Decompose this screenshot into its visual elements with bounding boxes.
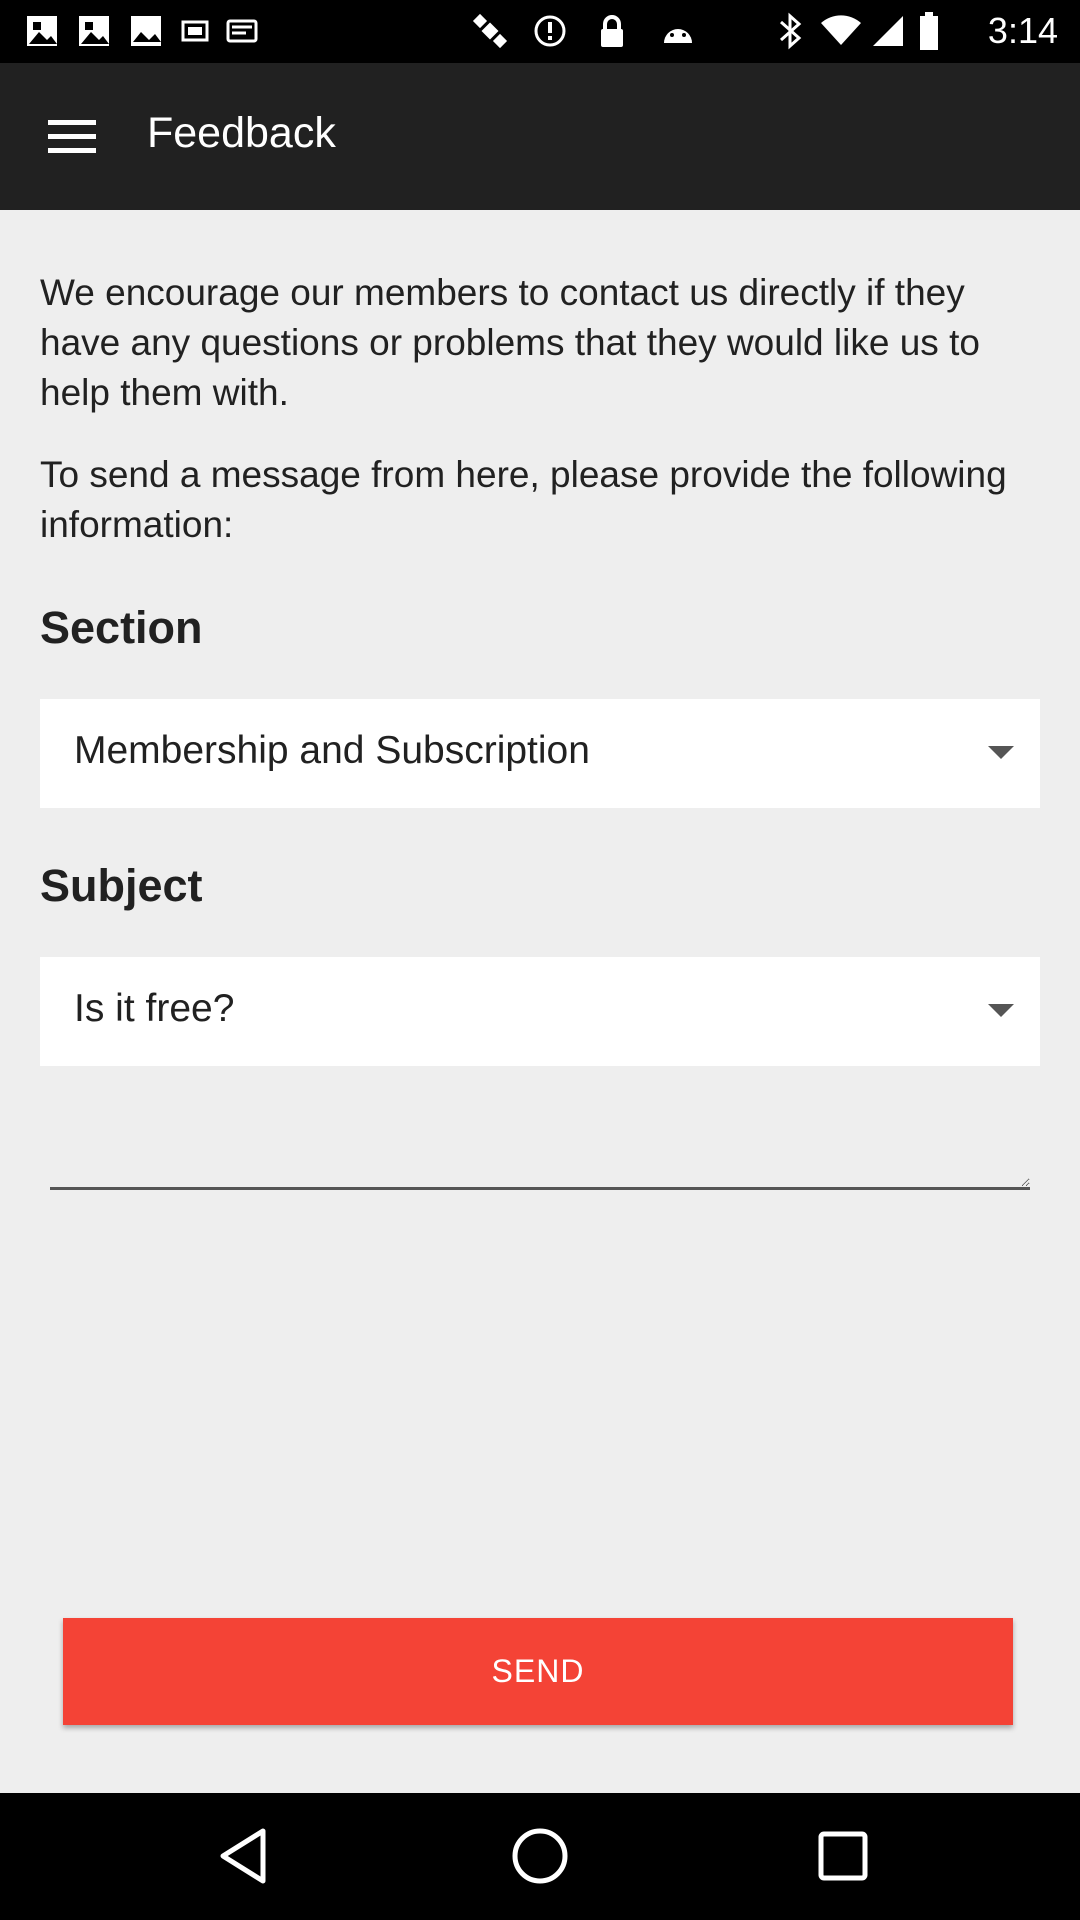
subject-selected-value: Is it free? (74, 987, 235, 1030)
photo-icon (22, 12, 62, 50)
section-dropdown[interactable]: Membership and Subscription (40, 699, 1040, 808)
chevron-down-icon (988, 1004, 1014, 1017)
status-time: 3:14 (987, 10, 1058, 51)
page-title: Feedback (147, 109, 336, 157)
intro-paragraph: We encourage our members to contact us d… (40, 272, 980, 413)
subject-dropdown[interactable]: Is it free? (40, 957, 1040, 1066)
recents-icon[interactable] (803, 1821, 883, 1891)
lock-icon (592, 12, 632, 50)
image-icon (126, 12, 166, 50)
section-label: Section (40, 602, 203, 653)
chevron-down-icon (988, 746, 1014, 759)
alert-icon (528, 12, 572, 50)
message-input[interactable] (50, 1110, 1030, 1190)
bluetooth-icon (770, 12, 810, 50)
battery-icon (914, 12, 944, 50)
navigation-bar (0, 1793, 1080, 1920)
send-button[interactable]: SEND (63, 1618, 1013, 1725)
app-bar: Feedback (0, 63, 1080, 210)
satellite-icon (468, 12, 512, 50)
android-icon (656, 12, 700, 50)
feedback-form: We encourage our members to contact us d… (0, 210, 1080, 1793)
subject-label: Subject (40, 860, 203, 911)
photo-icon (74, 12, 114, 50)
hamburger-menu-icon[interactable] (40, 113, 104, 161)
fake-gps-icon (172, 12, 216, 50)
status-bar: 3:14 (0, 0, 1080, 63)
wifi-icon (818, 12, 864, 50)
signal-icon (868, 12, 908, 50)
home-icon[interactable] (500, 1821, 580, 1891)
notification-icon (220, 12, 264, 50)
back-icon[interactable] (203, 1821, 283, 1891)
instructions-paragraph: To send a message from here, please prov… (40, 454, 1007, 545)
section-selected-value: Membership and Subscription (74, 729, 590, 772)
